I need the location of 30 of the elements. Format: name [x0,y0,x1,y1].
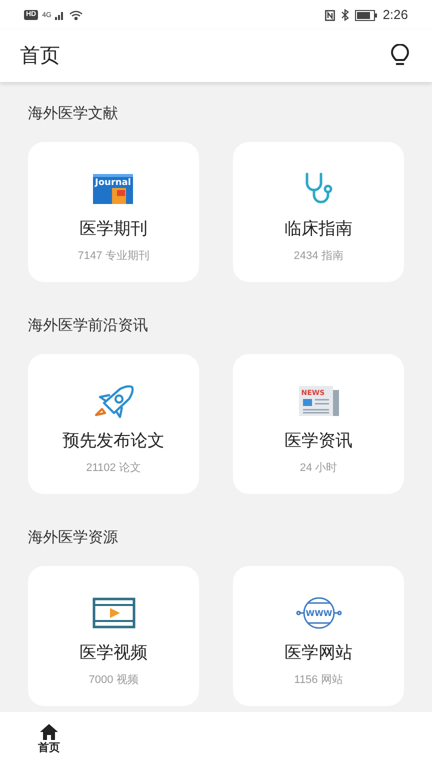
film-play-icon [92,597,136,629]
card-title: 临床指南 [284,218,352,240]
journal-icon: Journal [92,172,136,206]
signal-icon [55,10,66,20]
category-card[interactable]: 预先发布论文 21102 论文 [28,354,199,494]
nfc-icon [324,10,335,20]
card-subtitle: 2434 指南 [294,249,344,264]
nav-tab[interactable]: 首页 [38,724,60,756]
card-subtitle: 24 小时 [300,461,338,476]
card-subtitle: 7147 专业期刊 [78,249,150,264]
category-card[interactable]: 临床指南 2434 指南 [233,142,404,282]
section-title: 海外医学前沿资讯 [28,316,149,336]
category-card[interactable]: Journal 医学期刊 7147 专业期刊 [28,142,199,282]
section-title: 海外医学资源 [28,528,119,548]
section-title: 海外医学文献 [28,104,119,124]
battery-icon [354,10,377,20]
card-subtitle: 1156 网站 [294,673,343,688]
status-time: 2:26 [382,6,408,24]
card-title: 预先发布论文 [62,430,164,452]
card-title: 医学视频 [80,642,148,664]
bluetooth-icon [340,9,349,21]
card-title: 医学资讯 [284,430,352,452]
wifi-icon [69,10,84,20]
category-card[interactable]: 医学视频 7000 视频 [28,566,199,706]
card-title: 医学网站 [284,642,352,664]
card-title: 医学期刊 [80,218,148,240]
card-subtitle: 21102 论文 [86,460,141,476]
card-subtitle: 7000 视频 [88,673,138,688]
page-title: 首页 [20,44,60,69]
category-card[interactable]: WWW 医学网站 1156 网站 [233,566,404,706]
